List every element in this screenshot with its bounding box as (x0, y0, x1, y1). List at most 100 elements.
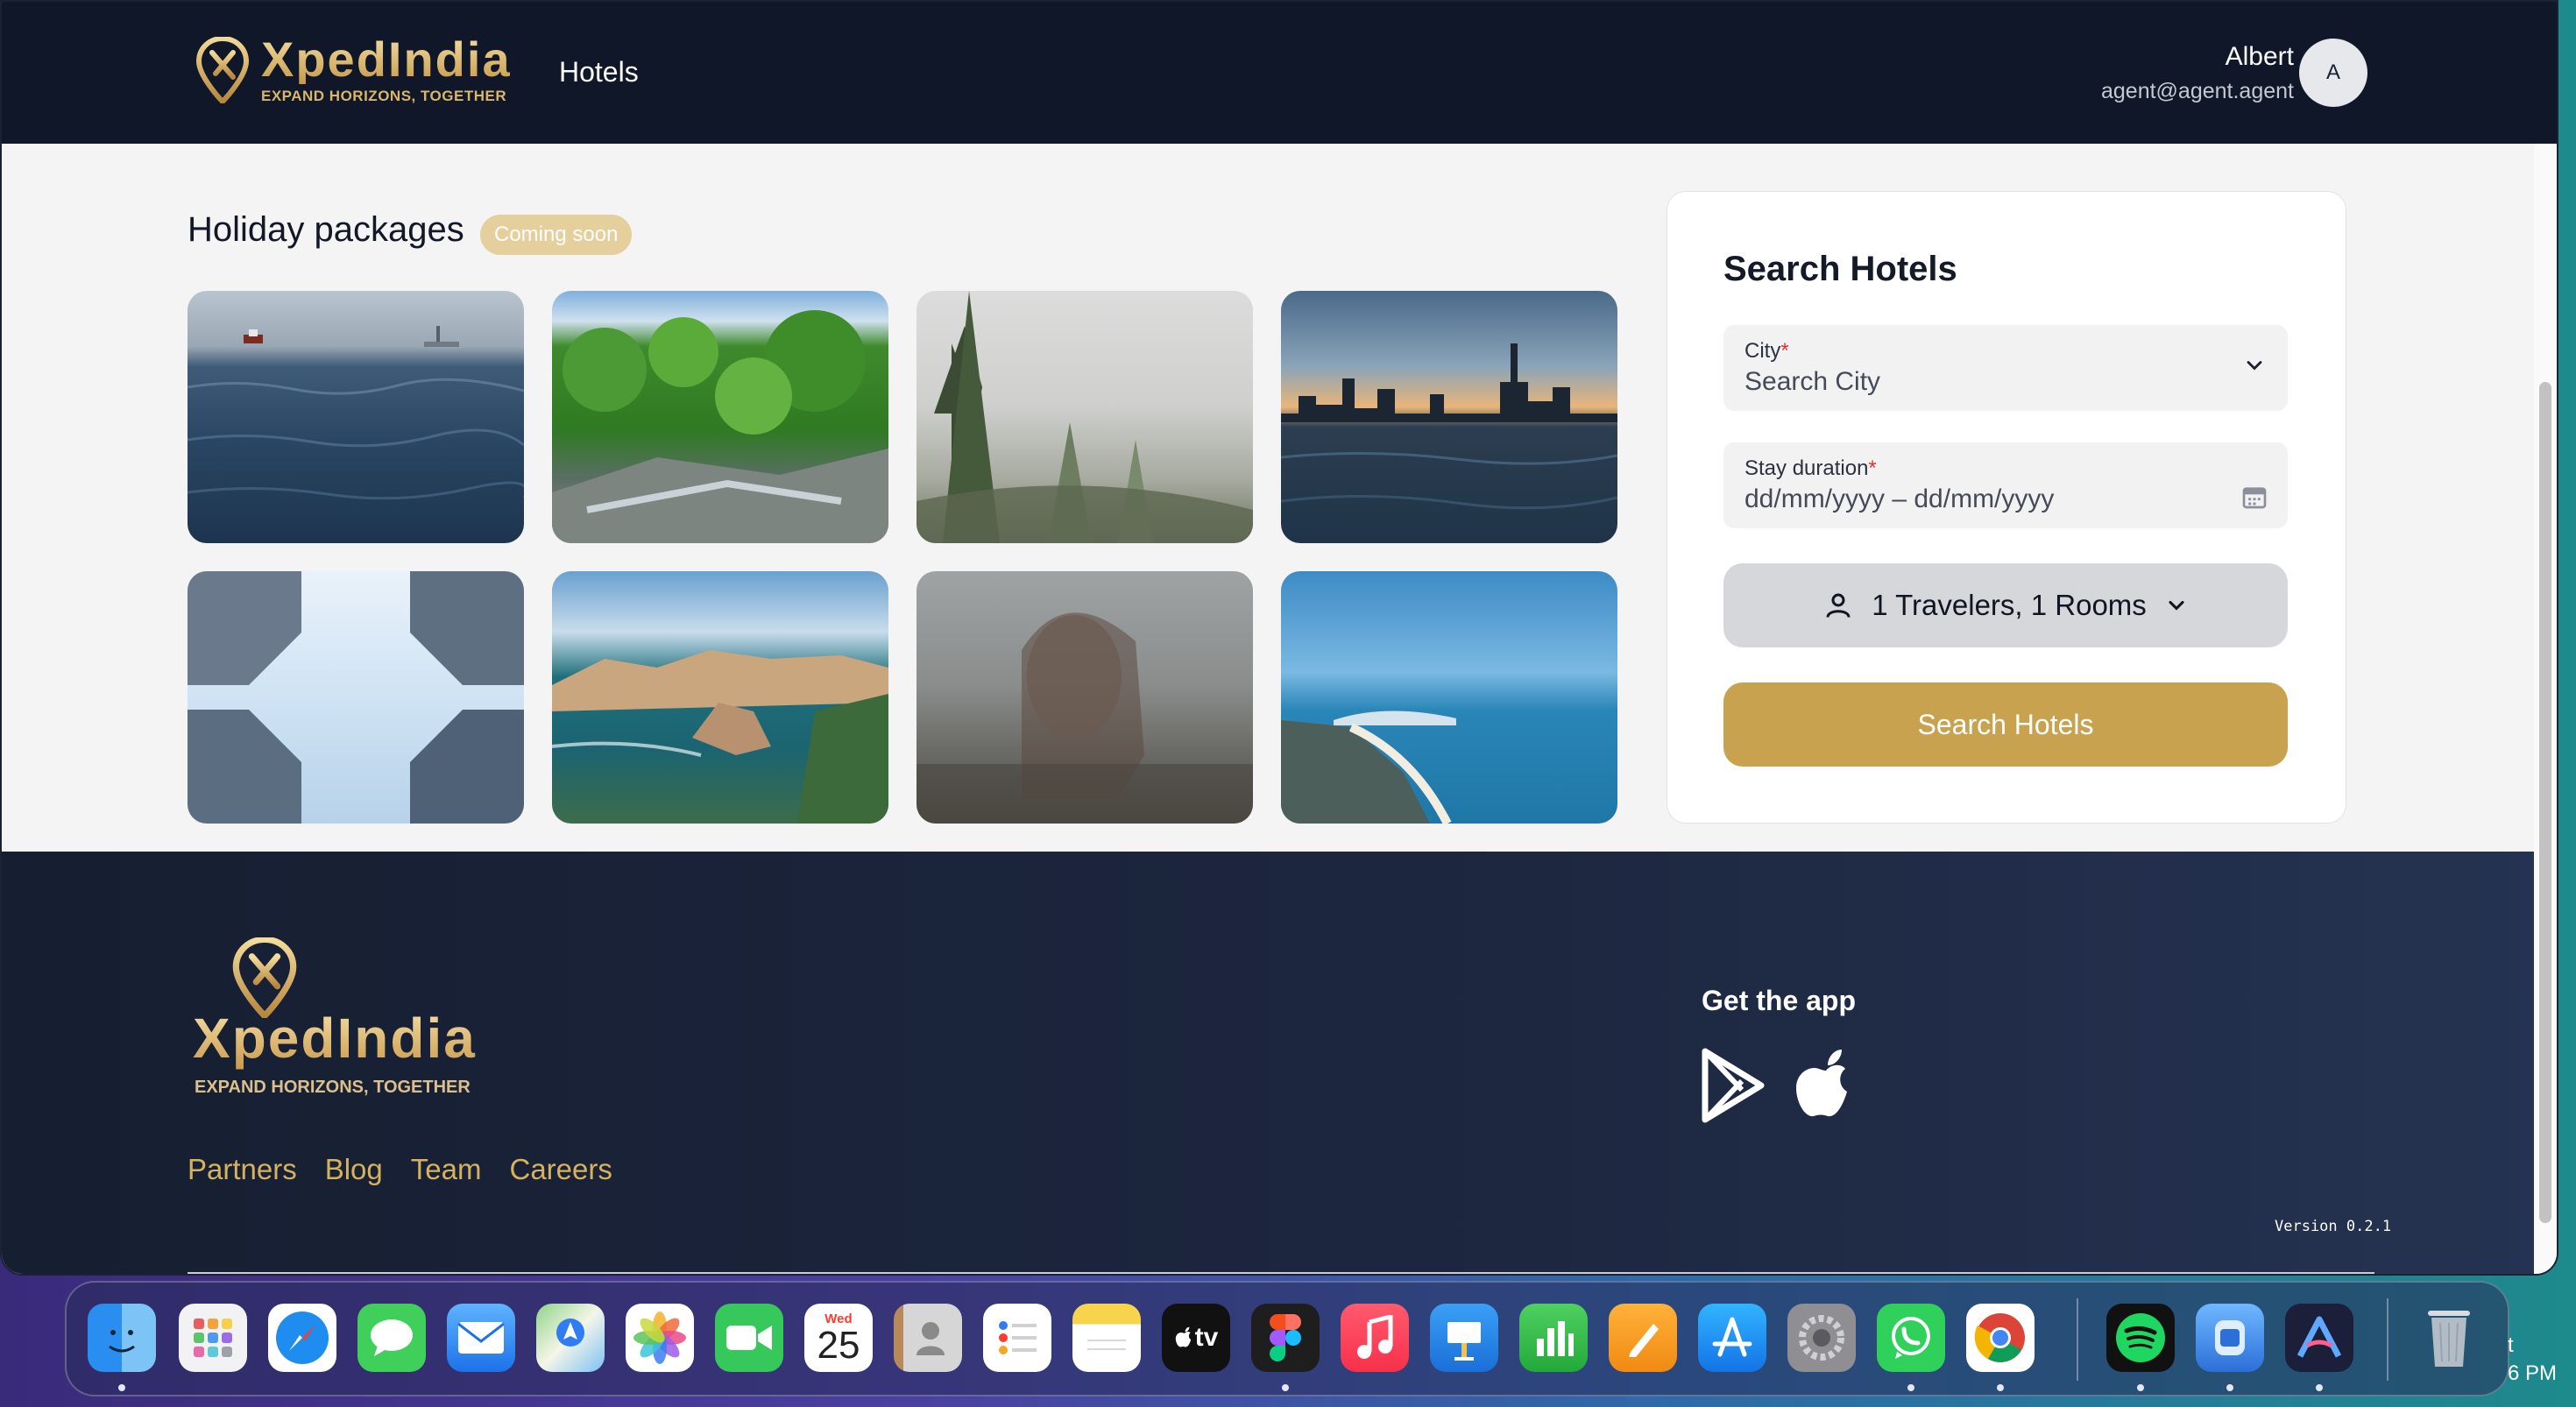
apple-logo-icon (1175, 1326, 1191, 1347)
stay-duration-label: Stay duration* (1744, 456, 1877, 481)
footer-brand-tagline: EXPAND HORIZONS, TOGETHER (195, 1078, 471, 1097)
arc-running-indicator (2316, 1384, 2323, 1391)
spotify-icon[interactable] (2106, 1304, 2175, 1372)
user-email: agent@agent.agent (2100, 79, 2294, 103)
stay-duration-label-text: Stay duration (1744, 456, 1869, 480)
search-hotels-card: Search Hotels City* Search City Stay dur… (1667, 191, 2346, 824)
city-field[interactable]: City* Search City (1723, 325, 2288, 411)
date-range-input[interactable]: dd/mm/yyyy – dd/mm/yyyy (1744, 484, 2054, 514)
figma-running-indicator (1282, 1384, 1289, 1391)
misty-pines-image (916, 291, 1253, 543)
user-icon (1826, 593, 1851, 618)
notes-icon[interactable] (1072, 1304, 1141, 1372)
pages-icon[interactable] (1609, 1304, 1677, 1372)
beach-coastline-image (1281, 711, 1456, 824)
dock-separator (2077, 1298, 2078, 1381)
location-pin-logo-icon (196, 37, 249, 103)
mail-icon[interactable] (447, 1304, 515, 1372)
package-tile-buildings-sky[interactable] (188, 571, 524, 824)
finder-icon[interactable] (88, 1304, 156, 1372)
user-name: Albert (2225, 42, 2294, 71)
city-label-text: City (1744, 339, 1781, 363)
top-nav-bar: XpedIndia EXPAND HORIZONS, TOGETHER Hote… (2, 2, 2557, 144)
search-hotels-button[interactable]: Search Hotels (1723, 682, 2288, 767)
facetime-icon[interactable] (715, 1304, 783, 1372)
clock-time: 6 PM (2508, 1361, 2558, 1385)
page-scrollbar[interactable] (2534, 144, 2557, 1274)
brand-name: XpedIndia (261, 32, 512, 87)
apple-tv-label: tv (1194, 1323, 1219, 1352)
numbers-icon[interactable] (1519, 1304, 1588, 1372)
dock-separator (2387, 1298, 2388, 1381)
chevron-down-icon (2169, 600, 2184, 611)
city-skyline-image (1281, 343, 1617, 510)
figma-icon[interactable] (1251, 1304, 1320, 1372)
user-info[interactable]: Albert agent@agent.agent (2101, 42, 2294, 104)
google-play-icon[interactable] (1698, 1046, 1768, 1125)
package-tile-forest-river[interactable] (552, 291, 888, 543)
travelers-rooms-label: 1 Travelers, 1 Rooms (1872, 589, 2147, 621)
chevron-down-icon[interactable] (2242, 353, 2267, 378)
site-footer: XpedIndia EXPAND HORIZONS, TOGETHER Part… (2, 852, 2557, 1274)
scrollbar-thumb[interactable] (2539, 382, 2551, 1223)
package-tile-misty-pines[interactable] (916, 291, 1253, 543)
section-title-holiday-packages: Holiday packages (188, 210, 464, 249)
footer-link-careers[interactable]: Careers (509, 1153, 612, 1186)
city-search-input[interactable]: Search City (1744, 367, 1880, 397)
photos-icon[interactable] (626, 1304, 694, 1372)
finder-running-indicator (118, 1384, 125, 1391)
brand-tagline: EXPAND HORIZONS, TOGETHER (261, 88, 507, 104)
forest-river-image (552, 310, 888, 543)
chrome-icon[interactable] (1966, 1304, 2035, 1372)
chrome-running-indicator (1997, 1384, 2004, 1391)
contacts-icon[interactable] (894, 1304, 962, 1372)
package-tile-rainy-window[interactable] (916, 571, 1253, 824)
travelers-rooms-dropdown[interactable]: 1 Travelers, 1 Rooms (1723, 563, 2288, 647)
nav-link-hotels[interactable]: Hotels (559, 56, 639, 88)
calendar-date: 25 (817, 1323, 860, 1367)
maps-icon[interactable] (536, 1304, 605, 1372)
get-the-app-heading: Get the app (1702, 985, 1857, 1016)
menu-clock: t 6 PM (2508, 1332, 2557, 1388)
footer-link-blog[interactable]: Blog (325, 1153, 383, 1186)
apple-tv-icon[interactable]: tv (1162, 1304, 1230, 1372)
apple-app-store-icon[interactable] (1791, 1046, 1861, 1125)
harbor-image (188, 326, 524, 500)
footer-link-team[interactable]: Team (411, 1153, 482, 1186)
app-store-icon[interactable] (1698, 1304, 1766, 1372)
avatar[interactable]: A (2299, 39, 2367, 107)
city-label: City* (1744, 339, 1789, 364)
music-icon[interactable] (1341, 1304, 1409, 1372)
package-tile-harbor[interactable] (188, 291, 524, 543)
trash-icon[interactable] (2415, 1304, 2483, 1372)
coastal-cliffs-image (552, 650, 888, 824)
rainy-window-image (916, 612, 1253, 824)
version-number: 0.2.1 (2346, 1218, 2392, 1235)
app-version: Version 0.2.1 (2275, 1218, 2391, 1235)
clock-fragment: t (2508, 1333, 2514, 1357)
whatsapp-icon[interactable] (1877, 1304, 1945, 1372)
launchpad-icon[interactable] (179, 1304, 247, 1372)
reminders-icon[interactable] (983, 1304, 1051, 1372)
footer-links: Partners Blog Team Careers (188, 1153, 612, 1186)
package-tile-coastal-cliffs[interactable] (552, 571, 888, 824)
version-label: Version (2275, 1218, 2338, 1235)
search-hotels-title: Search Hotels (1723, 250, 1957, 288)
required-mark: * (1780, 339, 1789, 363)
brand-logo[interactable]: XpedIndia EXPAND HORIZONS, TOGETHER (196, 35, 512, 105)
package-tile-beach-coastline[interactable] (1281, 571, 1617, 824)
calendar-icon[interactable] (2240, 483, 2268, 511)
spotify-running-indicator (2137, 1384, 2144, 1391)
messages-icon[interactable] (357, 1304, 426, 1372)
stay-duration-field[interactable]: Stay duration* dd/mm/yyyy – dd/mm/yyyy (1723, 442, 2288, 528)
keynote-icon[interactable] (1430, 1304, 1498, 1372)
buildings-sky-image (188, 571, 524, 824)
arc-browser-icon[interactable] (2285, 1304, 2353, 1372)
safari-icon[interactable] (268, 1304, 336, 1372)
package-tile-city-skyline[interactable] (1281, 291, 1617, 543)
calendar-app-icon[interactable]: Wed 25 (804, 1304, 873, 1372)
system-settings-icon[interactable] (1787, 1304, 1856, 1372)
footer-divider (188, 1272, 2374, 1274)
migration-assistant-icon[interactable] (2196, 1304, 2264, 1372)
footer-link-partners[interactable]: Partners (188, 1153, 297, 1186)
